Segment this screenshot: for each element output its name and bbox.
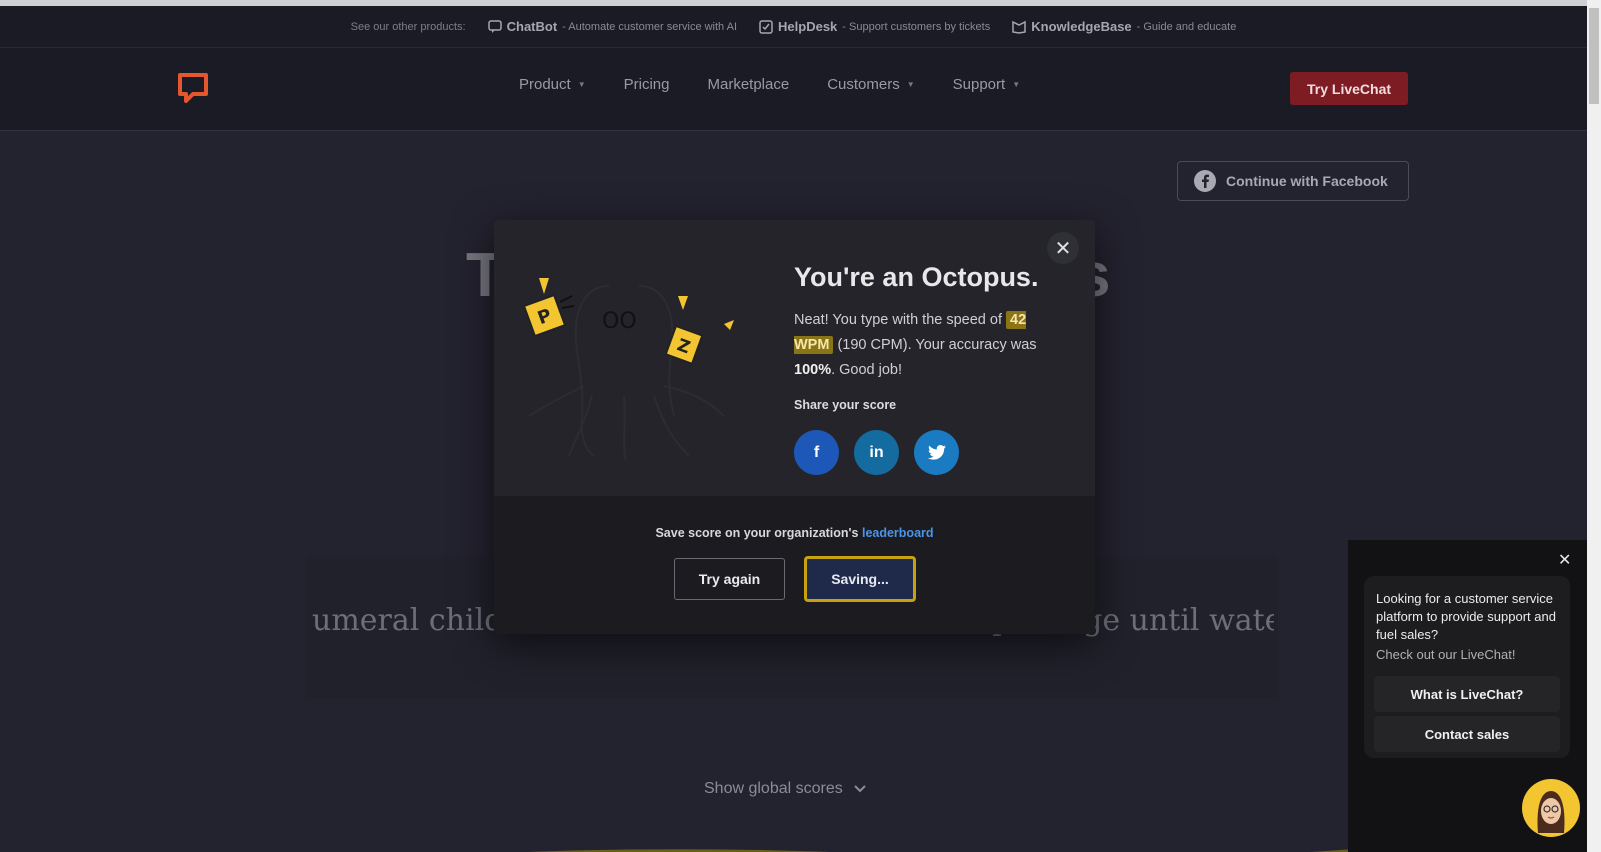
close-modal-button[interactable]: ✕ bbox=[1047, 232, 1079, 264]
leaderboard-link[interactable]: leaderboard bbox=[862, 526, 934, 540]
try-livechat-button[interactable]: Try LiveChat bbox=[1290, 72, 1408, 105]
show-global-scores-toggle[interactable]: Show global scores bbox=[704, 780, 867, 798]
share-twitter-button[interactable] bbox=[914, 430, 959, 475]
knowledgebase-link[interactable]: KnowledgeBase - Guide and educate bbox=[1012, 19, 1236, 34]
main-nav: Product ▼ Pricing Marketplace Customers ▼ … bbox=[519, 76, 1020, 93]
share-buttons: f in bbox=[794, 430, 959, 475]
contact-sales-button[interactable]: Contact sales bbox=[1374, 716, 1560, 752]
agent-face-icon bbox=[1537, 791, 1565, 833]
nav-product[interactable]: Product ▼ bbox=[519, 76, 586, 93]
facebook-icon bbox=[1194, 170, 1216, 192]
chevron-down-icon: ▼ bbox=[906, 80, 915, 89]
facebook-button-label: Continue with Facebook bbox=[1226, 173, 1388, 189]
products-announcement-bar: See our other products: ChatBot - Automa… bbox=[0, 6, 1587, 48]
octopus-illustration: OO P Z bbox=[522, 278, 734, 462]
chat-widget-subtext: Check out our LiveChat! bbox=[1376, 647, 1516, 662]
share-facebook-button[interactable]: f bbox=[794, 430, 839, 475]
result-description: Neat! You type with the speed of 42 WPM … bbox=[794, 311, 1037, 378]
accuracy-value: 100% bbox=[794, 362, 832, 378]
chevron-down-icon: ▼ bbox=[1012, 80, 1021, 89]
knowledgebase-icon bbox=[1012, 20, 1026, 34]
try-again-button[interactable]: Try again bbox=[674, 558, 785, 600]
announcement-lead: See our other products: bbox=[350, 20, 466, 33]
result-title: You're an Octopus. bbox=[794, 262, 1039, 292]
chatbot-icon bbox=[487, 19, 502, 33]
chevron-down-icon bbox=[854, 785, 866, 793]
save-score-text: Save score on your organization's leader… bbox=[655, 526, 934, 540]
chevron-down-icon: ▼ bbox=[577, 80, 586, 89]
nav-pricing[interactable]: Pricing bbox=[624, 76, 670, 93]
twitter-icon bbox=[927, 445, 946, 460]
nav-customers[interactable]: Customers ▼ bbox=[827, 76, 914, 93]
chatbot-link[interactable]: ChatBot - Automate customer service with… bbox=[487, 19, 737, 34]
chat-widget-card: Looking for a customer service platform … bbox=[1364, 576, 1570, 758]
helpdesk-link[interactable]: HelpDesk - Support customers by tickets bbox=[759, 19, 990, 34]
chat-agent-avatar[interactable] bbox=[1522, 779, 1580, 837]
result-modal-footer bbox=[494, 496, 1095, 634]
linkedin-icon: in bbox=[869, 443, 884, 461]
share-linkedin-button[interactable]: in bbox=[854, 430, 899, 475]
nav-support[interactable]: Support ▼ bbox=[953, 76, 1020, 93]
page-scrollbar[interactable] bbox=[1587, 0, 1601, 852]
chat-widget-message: Looking for a customer service platform … bbox=[1376, 591, 1556, 642]
save-score-button[interactable]: Saving... bbox=[804, 556, 916, 602]
scrollbar-thumb[interactable] bbox=[1589, 8, 1599, 104]
decorative-wave bbox=[527, 848, 1370, 852]
what-is-livechat-button[interactable]: What is LiveChat? bbox=[1374, 676, 1560, 712]
share-score-label: Share your score bbox=[794, 398, 897, 412]
site-header: Product ▼ Pricing Marketplace Customers ▼ … bbox=[0, 48, 1587, 131]
result-modal: ✕ OO P Z You're an Octopus. Neat! You ty… bbox=[494, 220, 1095, 634]
close-chat-widget-button[interactable]: ✕ bbox=[1558, 550, 1571, 570]
livechat-logo-icon[interactable] bbox=[176, 72, 210, 106]
helpdesk-icon bbox=[759, 19, 773, 34]
svg-text:OO: OO bbox=[602, 309, 637, 334]
facebook-icon: f bbox=[813, 443, 820, 461]
nav-marketplace[interactable]: Marketplace bbox=[707, 76, 789, 93]
continue-with-facebook-button[interactable]: Continue with Facebook bbox=[1177, 161, 1409, 201]
